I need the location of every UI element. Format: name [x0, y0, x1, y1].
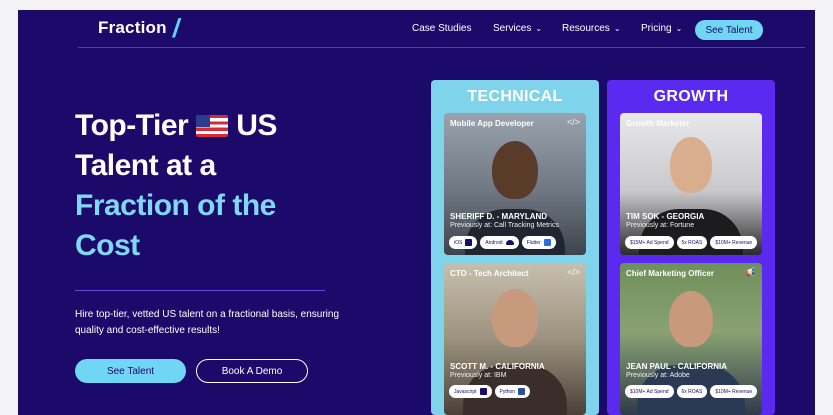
nav-divider — [78, 47, 805, 48]
code-icon: </> — [566, 267, 580, 277]
card-previous-employer: Previously at: Adobe — [626, 372, 690, 379]
talent-card-tim[interactable]: Growth Marketer TIM SOK - GEORGIA Previo… — [620, 113, 762, 255]
metric-tag: 6x ROAS — [676, 385, 708, 398]
hero-text: US — [236, 109, 277, 142]
card-name: JEAN PAUL - CALIFORNIA — [626, 362, 728, 371]
hero-line-3: Fraction of the — [75, 189, 276, 222]
chevron-down-icon: ⌄ — [535, 24, 543, 33]
flutter-icon — [543, 239, 551, 246]
talent-photo — [444, 113, 586, 255]
logo-slash: / — [170, 13, 183, 43]
metric-tag: $10M+ Revenue — [710, 385, 758, 398]
nav-label: Services — [493, 23, 532, 34]
top-nav: Fraction / Case Studies Services ⌄ Resou… — [18, 10, 815, 48]
metric-tag: 5x ROAS — [676, 236, 708, 249]
nav-case-studies[interactable]: Case Studies — [412, 23, 471, 34]
talent-photo — [620, 113, 762, 255]
page-frame: Fraction / Case Studies Services ⌄ Resou… — [18, 10, 815, 415]
android-icon — [505, 240, 514, 245]
card-name: SCOTT M. - CALIFORNIA — [450, 362, 545, 371]
metric-tag: $15M+ Ad Spend — [625, 236, 674, 249]
hero-line-1: Top-Tier US — [75, 106, 375, 146]
metric-tag: $10M+ Revenue — [710, 236, 758, 249]
talent-card-sheriff[interactable]: Mobile App Developer </> SHERIFF D. - MA… — [444, 113, 586, 255]
chevron-down-icon: ⌄ — [613, 24, 621, 33]
skill-tag: Javascript — [449, 385, 492, 398]
hero-heading: Top-Tier US Talent at a Fraction of the … — [75, 106, 375, 266]
skill-tag: Python — [494, 385, 531, 398]
hero-line-4: Cost — [75, 229, 140, 262]
metric-tags: $15M+ Ad Spend 5x ROAS $10M+ Revenue — [625, 236, 758, 249]
megaphone-icon: 📢 — [744, 267, 756, 277]
nav-label: Pricing — [641, 23, 672, 34]
book-demo-button[interactable]: Book A Demo — [196, 359, 308, 383]
metric-tag: $10M+ Ad Spend — [625, 385, 674, 398]
hero-divider — [75, 290, 325, 291]
chevron-down-icon: ⌄ — [675, 24, 683, 33]
logo-text: Fraction — [98, 18, 167, 37]
javascript-icon — [479, 388, 487, 395]
see-talent-button[interactable]: See Talent — [75, 359, 186, 383]
card-name: SHERIFF D. - MARYLAND — [450, 212, 548, 221]
skill-tag: Android — [480, 236, 519, 249]
python-icon — [518, 388, 526, 395]
growth-column: GROWTH Growth Marketer TIM SOK - GEORGIA… — [607, 80, 775, 415]
card-role: CTO - Tech Architect — [450, 269, 529, 278]
card-previous-employer: Previously at: Call Tracking Metrics — [450, 222, 559, 229]
skill-tag: Flutter — [521, 236, 556, 249]
nav-resources[interactable]: Resources ⌄ — [562, 23, 621, 34]
card-role: Chief Marketing Officer — [626, 269, 715, 278]
skill-tags: iOS Android Flutter — [449, 236, 556, 249]
card-previous-employer: Previously at: IBM — [450, 372, 507, 379]
metric-tags: $10M+ Ad Spend 6x ROAS $10M+ Revenue — [625, 385, 758, 398]
nav-services[interactable]: Services ⌄ — [493, 23, 542, 34]
us-flag-icon — [196, 115, 229, 137]
card-name: TIM SOK - GEORGIA — [626, 212, 705, 221]
skill-tags: Javascript Python — [449, 385, 531, 398]
column-title: GROWTH — [653, 88, 729, 105]
hero-subtitle: Hire top-tier, vetted US talent on a fra… — [75, 309, 340, 336]
card-previous-employer: Previously at: Fortune — [626, 222, 695, 229]
hero-line-2: Talent at a — [75, 149, 216, 182]
nav-see-talent-button[interactable]: See Talent — [695, 20, 763, 40]
logo[interactable]: Fraction / — [98, 13, 183, 43]
card-role: Mobile App Developer — [450, 119, 534, 128]
hero-text: Top-Tier — [75, 109, 189, 142]
talent-card-jean[interactable]: Chief Marketing Officer 📢 JEAN PAUL - CA… — [620, 263, 762, 415]
nav-pricing[interactable]: Pricing ⌄ — [641, 23, 682, 34]
ios-icon — [465, 239, 473, 246]
code-icon: </> — [566, 117, 580, 127]
nav-label: Case Studies — [412, 23, 472, 34]
technical-column: TECHNICAL Mobile App Developer </> SHERI… — [431, 80, 599, 415]
nav-label: Resources — [562, 23, 610, 34]
skill-tag: iOS — [449, 236, 478, 249]
card-role: Growth Marketer — [626, 119, 690, 128]
talent-card-scott[interactable]: CTO - Tech Architect </> SCOTT M. - CALI… — [444, 263, 586, 415]
column-title: TECHNICAL — [467, 88, 563, 105]
